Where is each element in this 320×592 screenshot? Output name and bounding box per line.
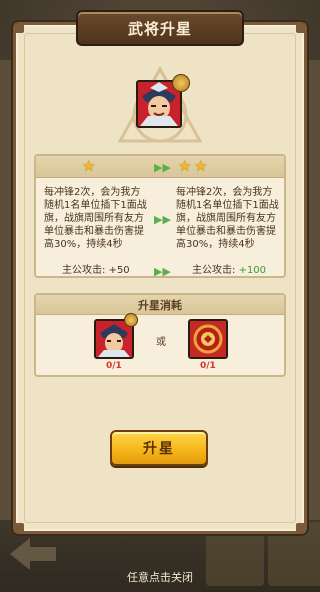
- next-attack-stat: 主公攻击: +100: [192, 265, 266, 276]
- panel-corner: [14, 23, 24, 33]
- star-comparison-panel: ★ ▶▶ ★ ★ 每冲锋2次，会为我方随机1名单位插下1面战旗，战旗周围所有友方…: [34, 154, 286, 278]
- panel-corner: [14, 523, 24, 533]
- upgrade-cost-panel: 升星消耗 0/1 或 0/1: [34, 293, 286, 377]
- star-icon: ★: [178, 157, 192, 175]
- attack-label: 主公攻击:: [62, 265, 109, 276]
- arrow-right-icon: ▶▶: [154, 161, 171, 174]
- star-icon: ★: [194, 157, 208, 175]
- arrow-right-icon: ▶▶: [154, 213, 171, 226]
- red-coin-icon: [190, 321, 226, 357]
- attack-label: 主公攻击:: [192, 265, 239, 276]
- attack-value: +50: [108, 265, 130, 276]
- next-skill-description: 每冲锋2次，会为我方随机1名单位插下1面战旗，战旗周围所有友方单位暴击和暴击伤害…: [176, 187, 279, 250]
- background-left-edge: [0, 60, 14, 530]
- back-arrow-icon: [10, 538, 56, 570]
- or-label: 或: [156, 337, 166, 348]
- rank-badge-icon: [172, 74, 190, 92]
- panel-corner: [296, 23, 306, 33]
- attack-value: +100: [238, 265, 267, 276]
- cost-header: 升星消耗: [36, 295, 284, 315]
- panel-corner: [296, 523, 306, 533]
- hero-card-count: 0/1: [106, 361, 122, 371]
- arrow-right-icon: ▶▶: [154, 265, 171, 278]
- hero-card-icon: [96, 321, 132, 357]
- background-right-edge: [306, 60, 320, 530]
- red-coin-item[interactable]: [188, 319, 228, 359]
- current-skill-description: 每冲锋2次，会为我方随机1名单位插下1面战旗，战旗周围所有友方单位暴击和暴击伤害…: [44, 187, 147, 250]
- current-attack-stat: 主公攻击: +50: [62, 265, 130, 276]
- comparison-header: ★ ▶▶ ★ ★: [36, 156, 284, 178]
- rank-badge-icon: [124, 313, 138, 327]
- dialog-title: 武将升星: [76, 10, 244, 46]
- red-coin-count: 0/1: [200, 361, 216, 371]
- tap-to-close-hint[interactable]: 任意点击关闭: [0, 571, 320, 585]
- upgrade-star-button[interactable]: 升星: [110, 430, 208, 466]
- star-icon: ★: [82, 157, 96, 175]
